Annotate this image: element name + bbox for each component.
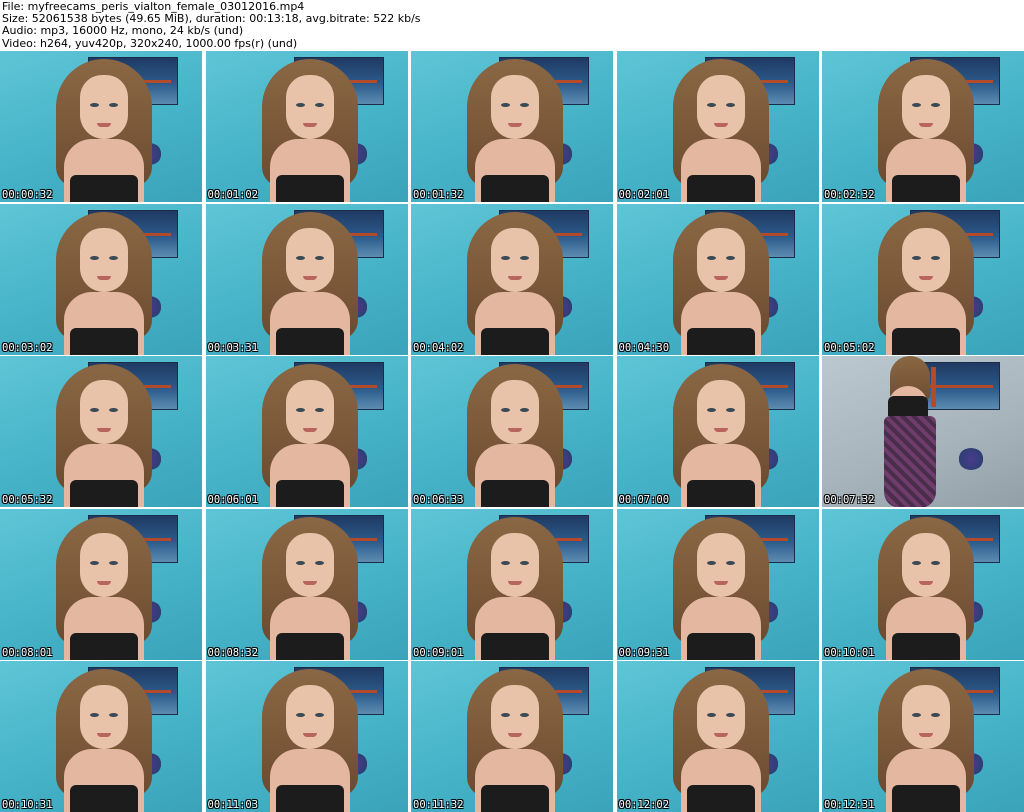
thumbnail-timestamp: 00:04:30 [618, 341, 670, 354]
thumbnail-timestamp: 00:02:01 [618, 189, 670, 201]
video-thumbnail[interactable]: 00:10:01 [822, 508, 1024, 660]
video-thumbnail[interactable]: 00:07:00 [616, 356, 819, 507]
person-figure [467, 364, 563, 507]
person-figure [467, 516, 563, 660]
video-thumbnail[interactable]: 00:02:32 [822, 51, 1024, 202]
video-thumbnail[interactable]: 00:12:02 [616, 661, 819, 812]
thumbnail-timestamp: 00:03:31 [207, 341, 259, 354]
thumbnail-timestamp: 00:12:02 [618, 799, 670, 811]
person-figure [56, 211, 152, 355]
person-figure [56, 669, 152, 812]
video-thumbnail[interactable]: 00:05:32 [0, 356, 202, 507]
video-thumbnail[interactable]: 00:05:02 [822, 203, 1024, 355]
thumbnail-timestamp: 00:10:31 [2, 799, 53, 811]
person-figure [261, 364, 358, 507]
thumbnail-timestamp: 00:09:31 [618, 646, 670, 659]
video-thumbnail[interactable]: 00:00:32 [0, 51, 202, 202]
thumbnail-timestamp: 00:04:02 [413, 341, 464, 354]
video-thumbnail[interactable]: 00:06:33 [411, 356, 613, 507]
video-thumbnail[interactable]: 00:04:02 [411, 203, 613, 355]
video-thumbnail[interactable]: 00:09:31 [616, 508, 819, 660]
thumbnail-timestamp: 00:01:02 [207, 189, 259, 201]
thumbnail-timestamp: 00:01:32 [413, 189, 464, 201]
thumbnail-timestamp: 00:06:01 [207, 494, 259, 506]
person-figure [261, 516, 358, 660]
person-figure [878, 516, 974, 660]
thumbnail-timestamp: 00:07:32 [824, 494, 875, 506]
person-figure [56, 516, 152, 660]
person-figure [876, 356, 936, 507]
thumbnail-timestamp: 00:11:32 [413, 799, 464, 811]
person-figure [672, 364, 769, 507]
thumbnail-timestamp: 00:12:31 [824, 799, 875, 811]
thumbnail-timestamp: 00:11:03 [207, 799, 259, 811]
video-thumbnail[interactable]: 00:08:32 [205, 508, 408, 660]
thumbnail-timestamp: 00:10:01 [824, 646, 875, 659]
plant-decoration [958, 448, 984, 470]
video-thumbnail[interactable]: 00:01:02 [205, 51, 408, 202]
thumbnail-grid: 00:00:32 00:01:02 00:01:32 00:02:01 00:0… [0, 51, 1024, 812]
thumbnail-timestamp: 00:00:32 [2, 189, 53, 201]
thumbnail-timestamp: 00:06:33 [413, 494, 464, 506]
person-figure [467, 211, 563, 355]
person-figure [672, 669, 769, 812]
person-figure [56, 364, 152, 507]
video-thumbnail[interactable]: 00:07:32 [822, 356, 1024, 507]
video-thumbnail[interactable]: 00:08:01 [0, 508, 202, 660]
video-thumbnail[interactable]: 00:03:31 [205, 203, 408, 355]
thumbnail-timestamp: 00:07:00 [618, 494, 670, 506]
person-figure [672, 516, 769, 660]
person-figure [261, 211, 358, 355]
video-thumbnail[interactable]: 00:11:32 [411, 661, 613, 812]
thumbnail-timestamp: 00:05:02 [824, 341, 875, 354]
person-figure [467, 59, 563, 202]
video-thumbnail[interactable]: 00:03:02 [0, 203, 202, 355]
person-figure [878, 59, 974, 202]
file-info-header: File: myfreecams_peris_vialton_female_03… [0, 0, 1024, 50]
person-figure [878, 669, 974, 812]
person-figure [261, 669, 358, 812]
video-thumbnail[interactable]: 00:04:30 [616, 203, 819, 355]
video-thumbnail[interactable]: 00:02:01 [616, 51, 819, 202]
person-figure [56, 59, 152, 202]
thumbnail-timestamp: 00:02:32 [824, 189, 875, 201]
video-thumbnail[interactable]: 00:06:01 [205, 356, 408, 507]
thumbnail-timestamp: 00:09:01 [413, 646, 464, 659]
person-figure [261, 59, 358, 202]
thumbnail-timestamp: 00:08:32 [207, 646, 259, 659]
video-info-line: Video: h264, yuv420p, 320x240, 1000.00 f… [2, 36, 298, 50]
video-thumbnail[interactable]: 00:09:01 [411, 508, 613, 660]
thumbnail-timestamp: 00:08:01 [2, 646, 53, 659]
person-figure [878, 211, 974, 355]
audio-info-line: Audio: mp3, 16000 Hz, mono, 24 kb/s (und… [2, 24, 244, 38]
video-thumbnail[interactable]: 00:11:03 [205, 661, 408, 812]
video-thumbnail[interactable]: 00:10:31 [0, 661, 202, 812]
person-figure [467, 669, 563, 812]
video-thumbnail[interactable]: 00:01:32 [411, 51, 613, 202]
video-thumbnail[interactable]: 00:12:31 [822, 661, 1024, 812]
thumbnail-timestamp: 00:05:32 [2, 494, 53, 506]
thumbnail-timestamp: 00:03:02 [2, 341, 53, 354]
person-figure [672, 211, 769, 355]
person-figure [672, 59, 769, 202]
